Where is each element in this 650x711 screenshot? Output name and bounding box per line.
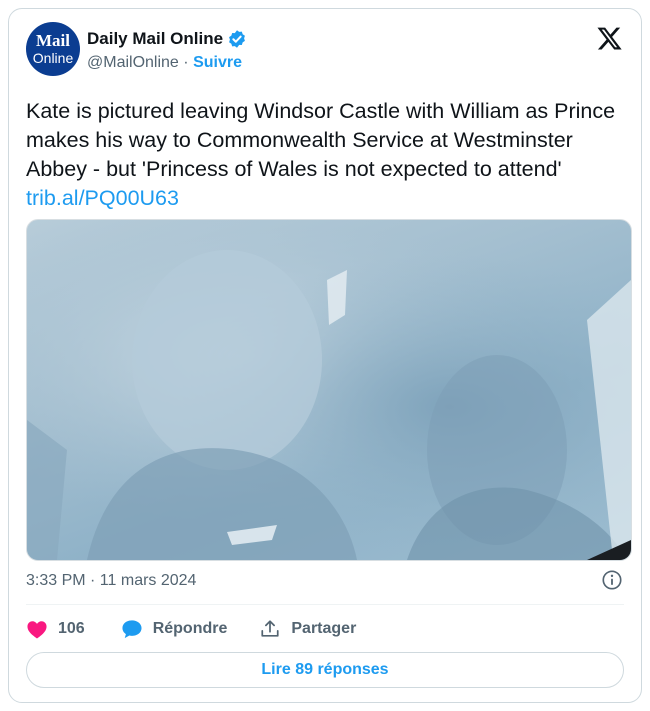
x-logo-icon[interactable]: [596, 25, 623, 52]
share-icon: [261, 620, 279, 637]
author-handle-row: @MailOnline · Suivre: [87, 54, 242, 72]
verified-badge-icon: [229, 30, 245, 48]
info-icon[interactable]: [601, 569, 623, 591]
tweet-body: Kate is pictured leaving Windsor Castle …: [26, 99, 616, 181]
read-replies-button[interactable]: Lire 89 réponses: [26, 652, 624, 688]
tweet-text: Kate is pictured leaving Windsor Castle …: [26, 97, 622, 213]
action-bar: 106 Répondre Partager: [26, 616, 356, 642]
share-button[interactable]: Partager: [259, 619, 356, 639]
like-count: 106: [58, 620, 85, 637]
author-name[interactable]: Daily Mail Online: [87, 29, 223, 49]
follow-button[interactable]: Suivre: [193, 54, 242, 71]
avatar-logo-line1: Mail: [36, 31, 70, 50]
author-handle[interactable]: @MailOnline: [87, 54, 179, 71]
tweet-photo[interactable]: [26, 219, 632, 561]
divider: [26, 604, 624, 605]
avatar-logo-line2: Online: [32, 50, 74, 66]
reply-bubble-icon: [122, 620, 142, 639]
heart-icon: [27, 621, 47, 639]
tweet-link[interactable]: trib.al/PQ00U63: [26, 186, 179, 210]
author-name-row: Daily Mail Online: [87, 28, 247, 50]
like-button[interactable]: 106: [26, 619, 85, 639]
handle-separator: ·: [183, 54, 189, 71]
share-label: Partager: [291, 620, 357, 637]
reply-button[interactable]: Répondre: [121, 619, 228, 639]
avatar[interactable]: Mail Online: [26, 22, 80, 76]
photo-scene: [27, 220, 631, 560]
tweet-timestamp[interactable]: 3:33 PM · 11 mars 2024: [26, 572, 196, 590]
tweet-card: Mail Online Daily Mail Online @MailOnlin…: [8, 8, 642, 703]
reply-label: Répondre: [152, 620, 228, 637]
